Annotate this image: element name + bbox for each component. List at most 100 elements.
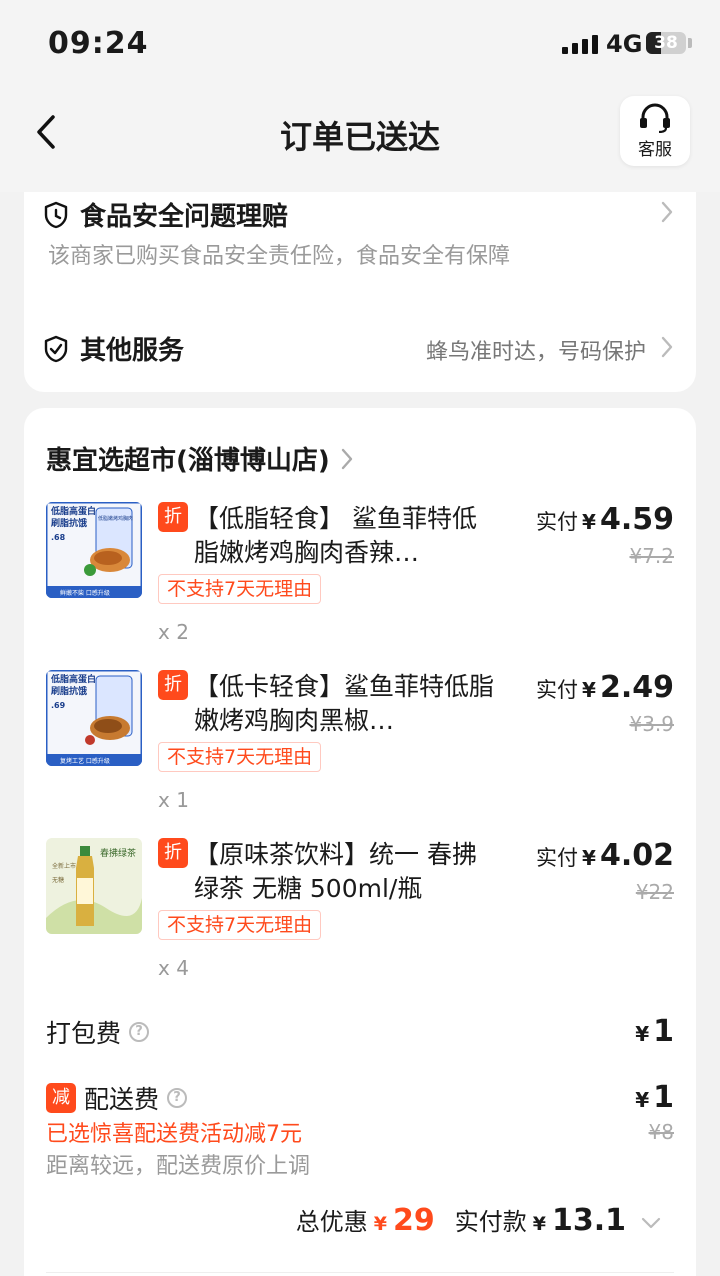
order-item[interactable]: 低脂高蛋白 刷脂抗饿 .68 低脂嫩烤鸡胸肉 鲜嫩不柴 口感升级 折 【低脂轻食… xyxy=(24,502,696,652)
chevron-right-icon xyxy=(661,336,673,358)
no-return-tag: 不支持7天无理由 xyxy=(158,910,322,940)
total-paid-label: 实付款 xyxy=(454,1208,527,1236)
price-row: 实付 ¥ 2.49 xyxy=(536,670,674,705)
product-name: 【原味茶饮料】统一 春拂绿茶 无糖 500ml/瓶 xyxy=(194,840,477,903)
chevron-right-icon xyxy=(661,201,673,223)
thumb-line1: 低脂高蛋白 xyxy=(50,505,96,517)
thumb-pack: 低脂嫩烤鸡胸肉 xyxy=(98,515,133,522)
other-services-value: 蜂鸟准时达，号码保护 xyxy=(425,340,646,365)
order-item[interactable]: 春拂绿茶 全新上市 无糖 折 【原味茶饮料】统一 春拂绿茶 无糖 500ml/瓶… xyxy=(24,838,696,988)
order-totals[interactable]: 总优惠 ¥ 29 实付款 ¥ 13.1 xyxy=(296,1202,662,1238)
thumb-line2: 刷脂抗饿 xyxy=(51,517,87,529)
thumb-num: .69 xyxy=(51,701,66,710)
price-label: 实付 xyxy=(536,846,579,870)
product-name: 【低脂轻食】 鲨鱼菲特低脂嫩烤鸡胸肉香辣… xyxy=(194,504,477,567)
chevron-right-icon xyxy=(341,448,352,469)
chevron-down-icon xyxy=(641,1217,661,1229)
original-price: ¥7.2 xyxy=(629,544,674,568)
headset-icon xyxy=(640,103,670,133)
delivery-note: 距离较远，配送费原价上调 xyxy=(46,1154,311,1179)
product-image: 低脂高蛋白 刷脂抗饿 .69 复烤工艺 口感升级 xyxy=(46,670,142,766)
discount-badge: 折 xyxy=(158,502,188,532)
total-discount-label: 总优惠 xyxy=(295,1208,368,1236)
packing-fee-label: 打包费 ? xyxy=(46,1014,150,1050)
order-card: 惠宜选超市(淄博博山店) 低脂高蛋白 刷脂抗饿 .68 低脂嫩烤鸡胸肉 鲜嫩不柴… xyxy=(24,408,696,1276)
thumb-line1: 低脂高蛋白 xyxy=(50,673,96,685)
nav-bar: 订单已送达 客服 xyxy=(0,88,720,192)
paid-price: 4.02 xyxy=(599,838,674,873)
store-name: 惠宜选超市(淄博博山店) xyxy=(46,446,330,476)
store-name-link[interactable]: 惠宜选超市(淄博博山店) xyxy=(46,440,354,477)
currency-symbol: ¥ xyxy=(635,1088,650,1112)
battery-tip xyxy=(688,38,692,48)
product-qty: x 1 xyxy=(158,788,189,812)
price-row: 实付 ¥ 4.59 xyxy=(536,502,674,537)
help-icon[interactable]: ? xyxy=(167,1088,188,1108)
paid-price: 2.49 xyxy=(599,670,674,705)
food-safety-row[interactable]: 食品安全问题理赔 xyxy=(42,196,288,233)
product-image: 春拂绿茶 全新上市 无糖 xyxy=(46,838,142,934)
divider xyxy=(46,1272,674,1273)
packing-fee-amount: ¥ 1 xyxy=(635,1014,674,1049)
original-price: ¥3.9 xyxy=(629,712,674,736)
thumb-footer: 复烤工艺 口感升级 xyxy=(60,757,110,765)
thumb-label3: 无糖 xyxy=(52,876,64,884)
help-icon[interactable]: ? xyxy=(129,1022,150,1042)
network-type: 4G xyxy=(606,30,643,58)
delivery-fee-label: 减 配送费 ? xyxy=(46,1080,188,1116)
status-time: 09:24 xyxy=(48,26,149,61)
delivery-promo-text: 已选惊喜配送费活动减7元 xyxy=(46,1122,302,1147)
other-services-title: 其他服务 xyxy=(80,336,185,366)
customer-service-label: 客服 xyxy=(638,139,672,160)
paid-price: 4.59 xyxy=(599,502,674,537)
product-image-art: 春拂绿茶 全新上市 无糖 xyxy=(46,838,142,934)
product-image: 低脂高蛋白 刷脂抗饿 .68 低脂嫩烤鸡胸肉 鲜嫩不柴 口感升级 xyxy=(46,502,142,598)
customer-service-button[interactable]: 客服 xyxy=(620,96,690,166)
status-bar: 09:24 4G 38 xyxy=(0,0,720,88)
thumb-footer: 鲜嫩不柴 口感升级 xyxy=(60,589,110,597)
order-item[interactable]: 低脂高蛋白 刷脂抗饿 .69 复烤工艺 口感升级 折 【低卡轻食】鲨鱼菲特低脂嫩… xyxy=(24,670,696,820)
product-name: 【低卡轻食】鲨鱼菲特低脂嫩烤鸡胸肉黑椒… xyxy=(194,672,495,735)
signal-icon xyxy=(562,34,598,54)
total-discount-value: 29 xyxy=(392,1203,435,1238)
original-price: ¥22 xyxy=(635,880,674,904)
reduce-badge: 减 xyxy=(46,1083,76,1113)
currency-symbol: ¥ xyxy=(582,846,596,870)
product-qty: x 4 xyxy=(158,956,189,980)
thumb-num: .68 xyxy=(51,533,66,542)
discount-badge: 折 xyxy=(158,838,188,868)
thumb-label2: 全新上市 xyxy=(52,862,76,870)
price-label: 实付 xyxy=(536,510,579,534)
no-return-tag: 不支持7天无理由 xyxy=(158,742,322,772)
product-qty: x 2 xyxy=(158,620,189,644)
battery-icon: 38 xyxy=(646,32,686,54)
price-label: 实付 xyxy=(536,678,579,702)
thumb-line2: 刷脂抗饿 xyxy=(51,685,87,697)
thumb-label1: 春拂绿茶 xyxy=(100,847,136,859)
delivery-fee-amount: ¥ 1 xyxy=(635,1080,674,1115)
food-safety-desc: 该商家已购买食品安全责任险，食品安全有保障 xyxy=(48,244,511,269)
discount-badge: 折 xyxy=(158,670,188,700)
product-image-art: 低脂高蛋白 刷脂抗饿 .68 低脂嫩烤鸡胸肉 鲜嫩不柴 口感升级 xyxy=(46,502,142,598)
no-return-tag: 不支持7天无理由 xyxy=(158,574,322,604)
currency-symbol: ¥ xyxy=(582,678,596,702)
clock-shield-icon xyxy=(44,201,68,228)
currency-symbol: ¥ xyxy=(635,1022,650,1046)
other-services-row[interactable]: 其他服务 xyxy=(42,330,184,367)
page-title: 订单已送达 xyxy=(279,118,440,156)
price-row: 实付 ¥ 4.02 xyxy=(536,838,674,873)
currency-symbol: ¥ xyxy=(582,510,596,534)
delivery-fee-text: 配送费 xyxy=(84,1085,160,1114)
total-paid-value: 13.1 xyxy=(551,1203,626,1238)
packing-fee-value: 1 xyxy=(653,1014,674,1049)
battery-level: 38 xyxy=(654,33,678,53)
services-card: 食品安全问题理赔 该商家已购买食品安全责任险，食品安全有保障 其他服务 蜂鸟准时… xyxy=(24,192,696,392)
delivery-fee-original: ¥8 xyxy=(648,1120,674,1144)
shield-check-icon xyxy=(44,335,68,362)
product-image-art: 低脂高蛋白 刷脂抗饿 .69 复烤工艺 口感升级 xyxy=(46,670,142,766)
currency-symbol: ¥ xyxy=(532,1213,546,1235)
packing-fee-text: 打包费 xyxy=(46,1019,122,1048)
food-safety-title: 食品安全问题理赔 xyxy=(80,202,289,232)
delivery-fee-value: 1 xyxy=(653,1080,674,1115)
currency-symbol: ¥ xyxy=(373,1213,387,1235)
